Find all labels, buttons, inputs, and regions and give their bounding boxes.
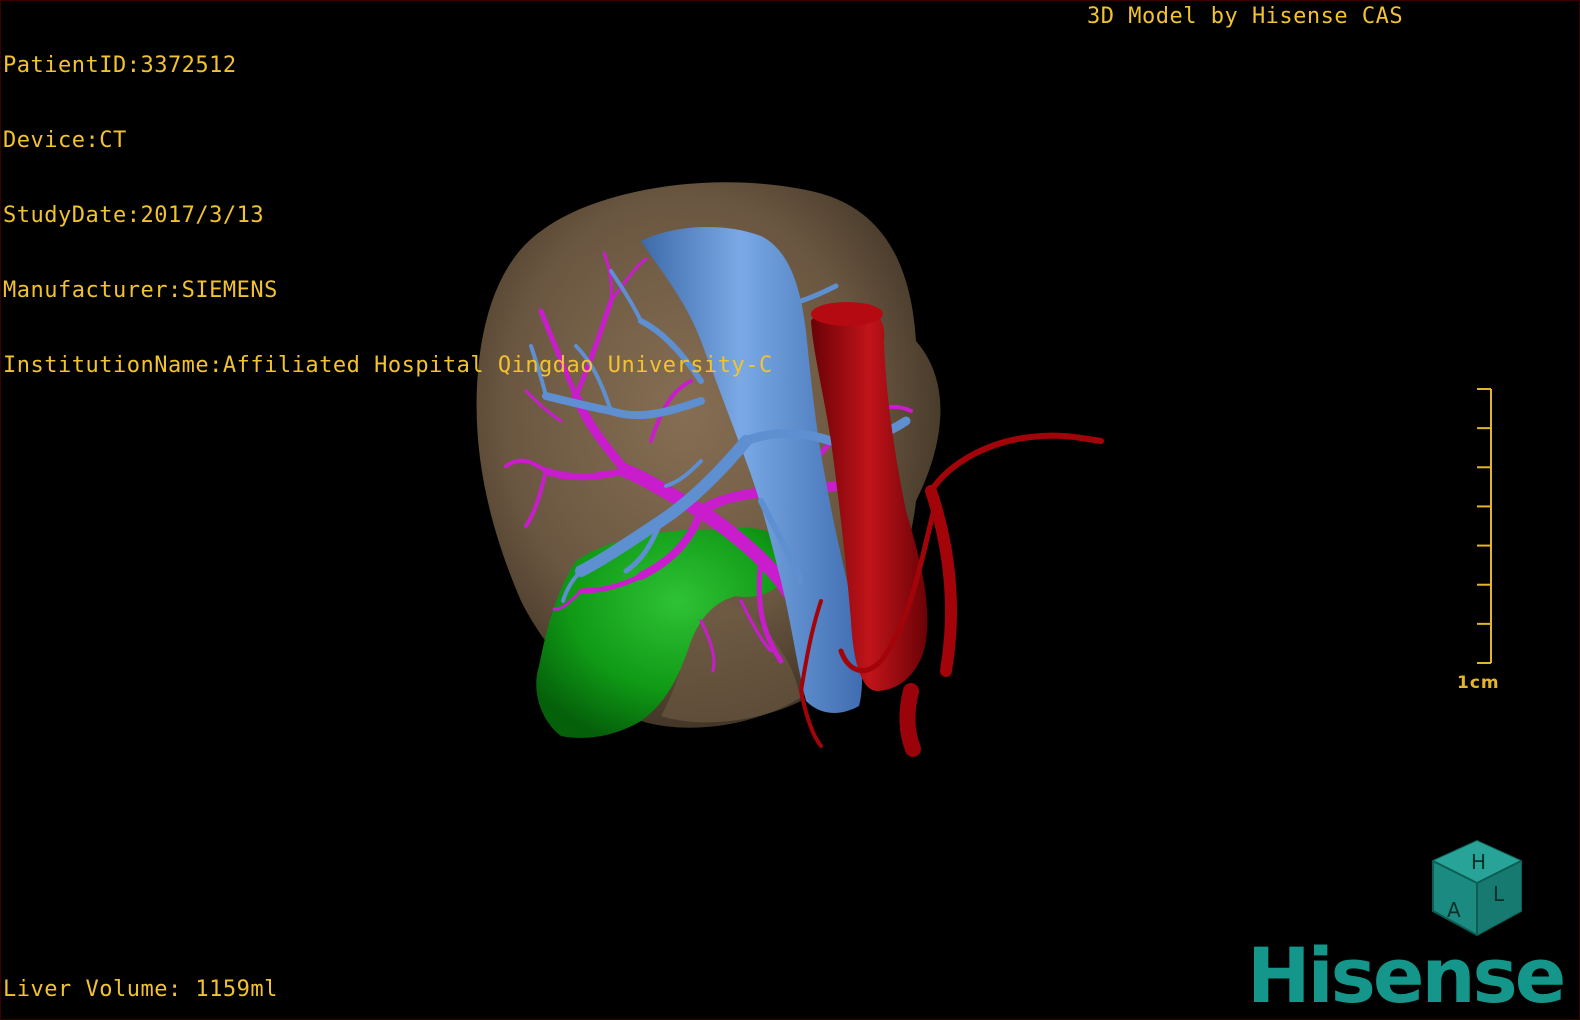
scale-bar-label: 1cm (1457, 673, 1500, 693)
cube-face-side: L (1493, 882, 1505, 906)
institution-name: InstitutionName:Affiliated Hospital Qing… (3, 353, 773, 378)
3d-render-viewport[interactable]: PatientID:3372512 Device:CT StudyDate:20… (0, 0, 1580, 1020)
hisense-logo: Hisense (1247, 931, 1566, 1020)
liver-volume: Liver Volume: 1159ml (3, 977, 278, 1002)
model-credit: 3D Model by Hisense CAS (1087, 4, 1404, 29)
device: Device:CT (3, 128, 127, 153)
orientation-cube-icon[interactable]: H A L (1427, 839, 1527, 939)
patient-id: PatientID:3372512 (3, 53, 237, 78)
scale-bar (1477, 388, 1492, 664)
study-date: StudyDate:2017/3/13 (3, 203, 265, 228)
manufacturer: Manufacturer:SIEMENS (3, 278, 278, 303)
cube-face-top: H (1471, 850, 1486, 874)
cube-face-front: A (1447, 898, 1461, 922)
dicom-info-overlay: PatientID:3372512 Device:CT StudyDate:20… (3, 3, 773, 428)
